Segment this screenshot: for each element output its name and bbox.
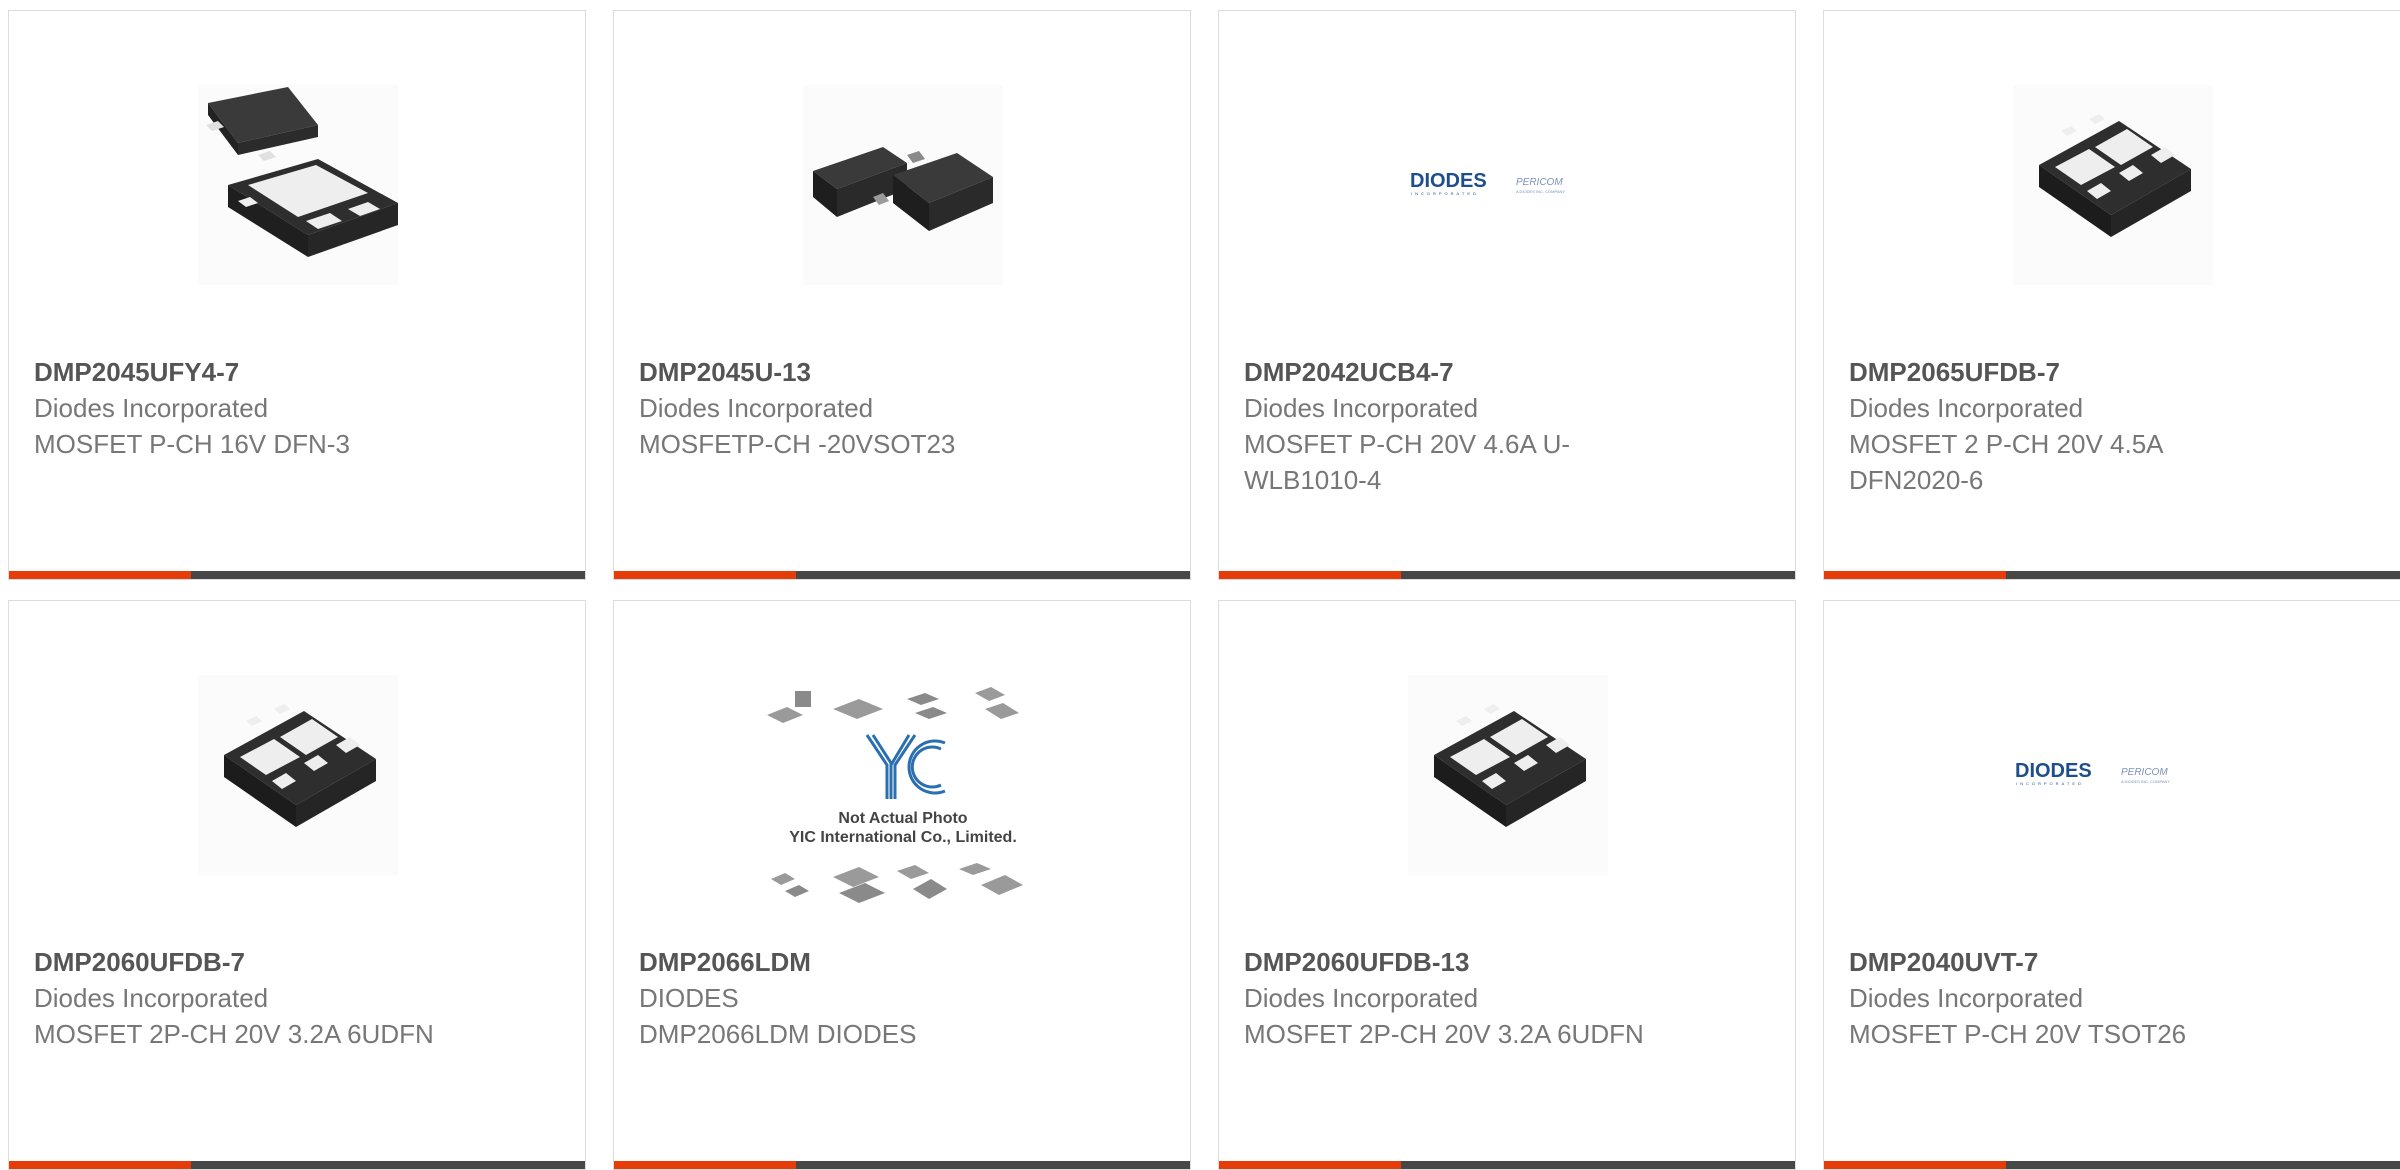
product-card[interactable]: DMP2060UFDB-13 Diodes Incorporated MOSFE… — [1218, 600, 1796, 1170]
description: MOSFETP-CH -20VSOT23 — [639, 429, 956, 459]
product-card[interactable]: Not Actual Photo YIC International Co., … — [613, 600, 1191, 1170]
product-image[interactable]: DIODES INCORPORATED PERICOM A DIODES INC… — [1408, 85, 1608, 285]
manufacturer: Diodes Incorporated — [1244, 393, 1479, 423]
card-footer-accent — [1824, 1161, 2006, 1169]
manufacturer: Diodes Incorporated — [1849, 983, 2084, 1013]
manufacturer: Diodes Incorporated — [34, 983, 269, 1013]
card-footer-bar — [1219, 1161, 1795, 1169]
product-image[interactable] — [198, 675, 398, 875]
part-number[interactable]: DMP2060UFDB-7 — [34, 944, 560, 980]
card-footer-bar — [1824, 1161, 2400, 1169]
product-card[interactable]: DMP2045UFY4-7 Diodes Incorporated MOSFET… — [8, 10, 586, 580]
svg-text:INCORPORATED: INCORPORATED — [1411, 191, 1479, 196]
manufacturer: Diodes Incorporated — [639, 393, 874, 423]
product-image[interactable] — [198, 85, 398, 285]
svg-text:PERICOM: PERICOM — [2121, 767, 2168, 778]
card-footer-accent — [1219, 571, 1401, 579]
sot23-package-icon — [813, 147, 993, 231]
part-number[interactable]: DMP2045U-13 — [639, 354, 1165, 390]
diodes-pericom-logo: DIODES INCORPORATED PERICOM A DIODES INC… — [2015, 760, 2170, 786]
part-number[interactable]: DMP2045UFY4-7 — [34, 354, 560, 390]
product-image[interactable] — [1408, 675, 1608, 875]
product-card[interactable]: DMP2060UFDB-7 Diodes Incorporated MOSFET… — [8, 600, 586, 1170]
part-number[interactable]: DMP2066LDM — [639, 944, 1165, 980]
svg-text:Not Actual Photo: Not Actual Photo — [838, 810, 967, 827]
card-footer-accent — [9, 571, 191, 579]
svg-text:PERICOM: PERICOM — [1516, 177, 1563, 188]
card-footer-bar — [9, 1161, 585, 1169]
description: MOSFET P-CH 20V TSOT26 — [1849, 1019, 2187, 1049]
card-footer-accent — [1219, 1161, 1401, 1169]
part-number[interactable]: DMP2065UFDB-7 — [1849, 354, 2375, 390]
card-footer-bar — [1219, 571, 1795, 579]
yic-logo-icon — [865, 734, 946, 799]
card-footer-accent — [1824, 571, 2006, 579]
manufacturer: Diodes Incorporated — [34, 393, 269, 423]
product-card[interactable]: DIODES INCORPORATED PERICOM A DIODES INC… — [1823, 600, 2400, 1170]
manufacturer: Diodes Incorporated — [1244, 983, 1479, 1013]
svg-text:DIODES: DIODES — [2015, 760, 2092, 782]
part-number[interactable]: DMP2060UFDB-13 — [1244, 944, 1770, 980]
card-footer-bar — [9, 571, 585, 579]
product-card[interactable]: DMP2045U-13 Diodes Incorporated MOSFETP-… — [613, 10, 1191, 580]
card-footer-accent — [614, 1161, 796, 1169]
diodes-pericom-logo: DIODES INCORPORATED PERICOM A DIODES INC… — [1410, 170, 1565, 196]
part-number[interactable]: DMP2040UVT-7 — [1849, 944, 2375, 980]
description: MOSFET 2P-CH 20V 3.2A 6UDFN — [1244, 1019, 1644, 1049]
card-footer-bar — [614, 1161, 1190, 1169]
manufacturer: Diodes Incorporated — [1849, 393, 2084, 423]
dfn6-package-icon — [224, 704, 376, 827]
product-image[interactable] — [2013, 85, 2213, 285]
dfn3-package-icon — [206, 87, 398, 257]
description: MOSFET 2 P-CH 20V 4.5A DFN2020-6 — [1849, 429, 2163, 495]
description: DMP2066LDM DIODES — [639, 1019, 917, 1049]
part-number[interactable]: DMP2042UCB4-7 — [1244, 354, 1770, 390]
card-footer-accent — [614, 571, 796, 579]
card-footer-accent — [9, 1161, 191, 1169]
dfn6-package-icon — [1434, 704, 1586, 827]
svg-text:A DIODES INC. COMPANY: A DIODES INC. COMPANY — [2121, 779, 2170, 784]
product-image[interactable] — [803, 85, 1003, 285]
card-footer-bar — [1824, 571, 2400, 579]
yic-placeholder-image: Not Actual Photo YIC International Co., … — [767, 687, 1023, 903]
product-image[interactable]: Not Actual Photo YIC International Co., … — [763, 679, 1043, 919]
dfn6-package-icon — [2039, 114, 2191, 237]
svg-text:INCORPORATED: INCORPORATED — [2016, 781, 2084, 786]
description: MOSFET P-CH 16V DFN-3 — [34, 429, 350, 459]
description: MOSFET 2P-CH 20V 3.2A 6UDFN — [34, 1019, 434, 1049]
product-image[interactable]: DIODES INCORPORATED PERICOM A DIODES INC… — [2013, 675, 2213, 875]
manufacturer: DIODES — [639, 983, 739, 1013]
product-grid: DMP2045UFY4-7 Diodes Incorporated MOSFET… — [8, 10, 2400, 1170]
product-card[interactable]: DIODES INCORPORATED PERICOM A DIODES INC… — [1218, 10, 1796, 580]
svg-text:YIC International Co., Limited: YIC International Co., Limited. — [789, 829, 1017, 846]
svg-text:A DIODES INC. COMPANY: A DIODES INC. COMPANY — [1516, 189, 1565, 194]
svg-text:DIODES: DIODES — [1410, 170, 1487, 192]
card-footer-bar — [614, 571, 1190, 579]
description: MOSFET P-CH 20V 4.6A U-WLB1010-4 — [1244, 429, 1571, 495]
product-card[interactable]: DMP2065UFDB-7 Diodes Incorporated MOSFET… — [1823, 10, 2400, 580]
